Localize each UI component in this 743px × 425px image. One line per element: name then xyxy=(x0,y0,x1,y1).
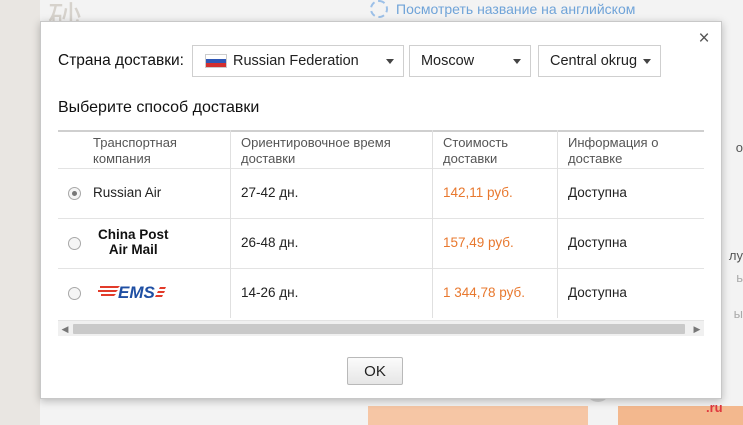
column-divider xyxy=(432,130,433,318)
background-button xyxy=(618,406,743,425)
shipping-radio[interactable] xyxy=(68,287,81,300)
chevron-down-icon xyxy=(512,59,521,64)
delivery-price: 157,49 руб. xyxy=(443,235,514,250)
destination-row: Страна доставки: Russian Federation Mosc… xyxy=(58,45,661,77)
city-select[interactable]: Moscow xyxy=(408,45,531,77)
chevron-down-icon xyxy=(642,59,651,64)
column-header-cost: Стоимость доставки xyxy=(443,135,509,166)
delivery-info: Доступна xyxy=(568,285,627,300)
background-fragment: о xyxy=(735,140,743,155)
globe-icon xyxy=(370,0,388,18)
scrollbar-thumb[interactable] xyxy=(73,324,685,334)
russia-flag-icon xyxy=(204,54,227,68)
view-english-name-label: Посмотреть название на английском xyxy=(396,1,636,17)
delivery-price: 142,11 руб. xyxy=(443,185,513,200)
background-button xyxy=(368,406,588,425)
country-select[interactable]: Russian Federation xyxy=(191,45,404,77)
svg-text:EMS: EMS xyxy=(118,283,156,302)
column-header-carrier: Транспортная компания xyxy=(93,135,177,166)
delivery-info: Доступна xyxy=(568,235,627,250)
shipping-radio[interactable] xyxy=(68,237,81,250)
shipping-table: Транспортная компания Ориентировочное вр… xyxy=(58,130,704,336)
dialog-subtitle: Выберите способ доставки xyxy=(58,99,260,116)
city-value: Moscow xyxy=(420,53,475,69)
scroll-left-icon[interactable]: ◀ xyxy=(59,323,71,335)
column-divider xyxy=(230,130,231,318)
carrier-name: Russian Air xyxy=(93,185,162,200)
delivery-time: 14-26 дн. xyxy=(241,285,299,300)
background-image-strip xyxy=(0,0,40,425)
delivery-time: 27-42 дн. xyxy=(241,185,299,200)
horizontal-scrollbar[interactable]: ◀ ▶ xyxy=(58,320,704,336)
close-icon[interactable]: × xyxy=(693,28,715,50)
column-header-info: Информация о доставке xyxy=(568,135,659,166)
shipping-radio[interactable] xyxy=(68,187,81,200)
watermark-suffix: .ru xyxy=(706,400,723,415)
table-row[interactable]: EMS 14-26 дн. 1 344,78 руб. Доступна xyxy=(58,268,704,318)
delivery-price: 1 344,78 руб. xyxy=(443,285,526,300)
country-value: Russian Federation xyxy=(232,53,359,69)
china-post-logo: China Post Air Mail xyxy=(98,227,169,257)
view-english-name-link[interactable]: Посмотреть название на английском xyxy=(370,0,635,18)
column-divider xyxy=(557,130,558,318)
delivery-info: Доступна xyxy=(568,185,627,200)
table-row[interactable]: China Post Air Mail 26-48 дн. 157,49 руб… xyxy=(58,218,704,268)
country-label: Страна доставки: xyxy=(58,52,184,69)
table-row[interactable]: Russian Air 27-42 дн. 142,11 руб. Доступ… xyxy=(58,168,704,218)
ems-logo: EMS xyxy=(98,283,166,302)
shipping-dialog: × Страна доставки: Russian Federation Mo… xyxy=(40,21,722,399)
scroll-right-icon[interactable]: ▶ xyxy=(691,323,703,335)
ok-button[interactable]: OK xyxy=(347,357,403,385)
chevron-down-icon xyxy=(385,59,394,64)
background-fragment: лу xyxy=(728,248,743,263)
table-header: Транспортная компания Ориентировочное вр… xyxy=(58,130,704,168)
delivery-time: 26-48 дн. xyxy=(241,235,299,250)
background-fragment: ы xyxy=(733,306,743,321)
column-header-time: Ориентировочное время доставки xyxy=(241,135,391,166)
region-select[interactable]: Central okrug xyxy=(537,45,661,77)
region-value: Central okrug xyxy=(549,53,638,69)
background-fragment: ь xyxy=(736,270,743,285)
